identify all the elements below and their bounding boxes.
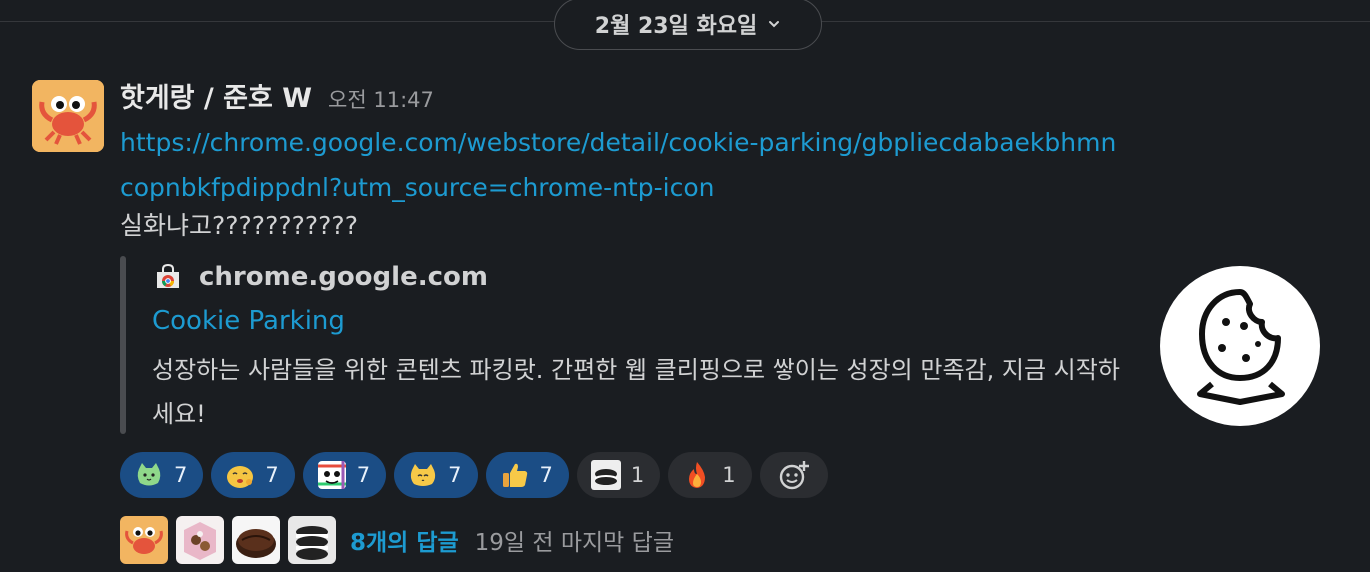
- thread-avatar[interactable]: [288, 516, 336, 564]
- link-preview-description: 성장하는 사람들을 위한 콘텐츠 파킹랏. 간편한 웹 클리핑으로 쌓이는 성장…: [152, 356, 1120, 428]
- add-reaction-button[interactable]: [759, 452, 828, 498]
- sender-name[interactable]: 핫게랑 / 준호 W: [120, 76, 312, 115]
- sender-avatar[interactable]: [32, 80, 104, 152]
- chevron-down-icon: [769, 21, 780, 28]
- thread-reply-count[interactable]: 8개의 답글: [350, 523, 459, 557]
- link-preview-thumbnail[interactable]: [1160, 266, 1320, 426]
- chocolate-cake-avatar-icon: [232, 516, 280, 564]
- add-emoji-icon: [779, 461, 809, 490]
- link-preview-site: chrome.google.com: [153, 262, 488, 292]
- link-preview-site-name: chrome.google.com: [199, 262, 488, 292]
- thread-last-reply: 19일 전 마지막 답글: [474, 530, 674, 556]
- reaction-count: 1: [722, 463, 736, 487]
- reaction-count: 7: [265, 463, 279, 487]
- date-label: 2월 23일 화요일: [594, 14, 758, 39]
- rainbow-face-emoji-icon: [317, 461, 346, 489]
- thread-avatar[interactable]: [232, 516, 280, 564]
- thread-avatar[interactable]: [176, 516, 224, 564]
- reaction-yellow-cat[interactable]: 7: [394, 452, 478, 498]
- yellow-blob-emoji-icon: [227, 466, 254, 488]
- thread-summary: 8개의 답글 19일 전 마지막 답글: [120, 516, 674, 564]
- message-link[interactable]: https://chrome.google.com/webstore/detai…: [120, 120, 1130, 210]
- message-timestamp[interactable]: 오전 11:47: [328, 84, 434, 114]
- reaction-count: 7: [539, 463, 553, 487]
- crab-avatar-icon: [32, 80, 104, 152]
- reaction-oreo[interactable]: 1: [576, 452, 661, 498]
- crab-avatar-icon: [120, 516, 168, 564]
- reaction-yellow-blob[interactable]: 7: [211, 452, 295, 498]
- reaction-green-cat[interactable]: 7: [120, 452, 204, 498]
- reaction-count: 7: [356, 463, 371, 487]
- reaction-rainbow-face[interactable]: 7: [302, 452, 387, 498]
- reaction-count: 1: [630, 463, 645, 487]
- thumbs-up-emoji-icon: [502, 463, 527, 487]
- oreo-emoji-icon: [590, 460, 621, 490]
- cookie-logo-icon: [1197, 289, 1285, 405]
- message-header: 핫게랑 / 준호 W 오전 11:47: [120, 76, 434, 115]
- link-preview-title[interactable]: Cookie Parking: [152, 306, 345, 336]
- message-text: 실화냐고???????????: [120, 211, 358, 240]
- green-cat-emoji-icon: [137, 463, 161, 486]
- thread-avatar[interactable]: [120, 516, 168, 564]
- fire-emoji-icon: [689, 462, 706, 488]
- reaction-bar: 7 7 7 7 7 1 1: [120, 452, 828, 498]
- reaction-fire[interactable]: 1: [668, 452, 752, 498]
- chrome-web-store-icon: [157, 263, 179, 288]
- reaction-count: 7: [174, 463, 188, 487]
- link-preview-bar: [120, 256, 126, 434]
- cookie-box-avatar-icon: [176, 516, 224, 564]
- reaction-thumbs-up[interactable]: 7: [485, 452, 569, 498]
- oreo-avatar-icon: [288, 516, 336, 564]
- date-divider-button[interactable]: 2월 23일 화요일: [554, 0, 822, 50]
- reaction-count: 7: [448, 463, 462, 487]
- yellow-cat-emoji-icon: [411, 464, 436, 486]
